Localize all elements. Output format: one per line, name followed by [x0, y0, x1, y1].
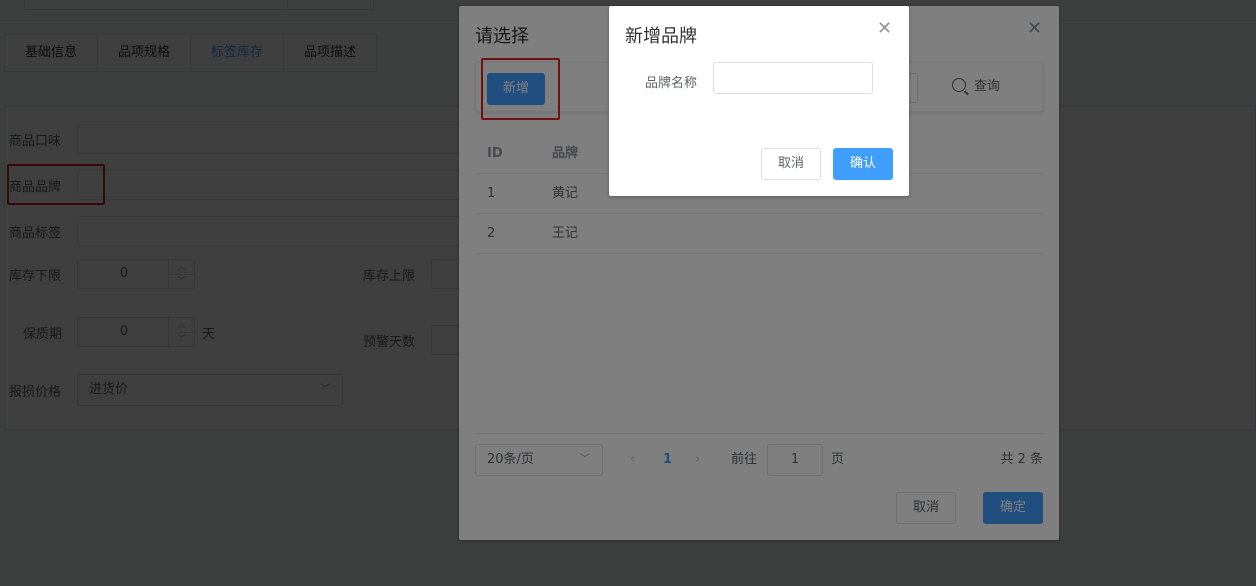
cancel-button[interactable]: 取消	[761, 148, 821, 180]
add-brand-dialog: 新增品牌 ✕ 品牌名称 取消 确认	[609, 6, 909, 196]
dialog-title: 新增品牌	[625, 26, 697, 47]
close-icon[interactable]: ✕	[877, 20, 892, 38]
brand-name-label: 品牌名称	[645, 76, 698, 91]
brand-name-input[interactable]	[713, 62, 873, 94]
confirm-button[interactable]: 确认	[833, 148, 893, 180]
